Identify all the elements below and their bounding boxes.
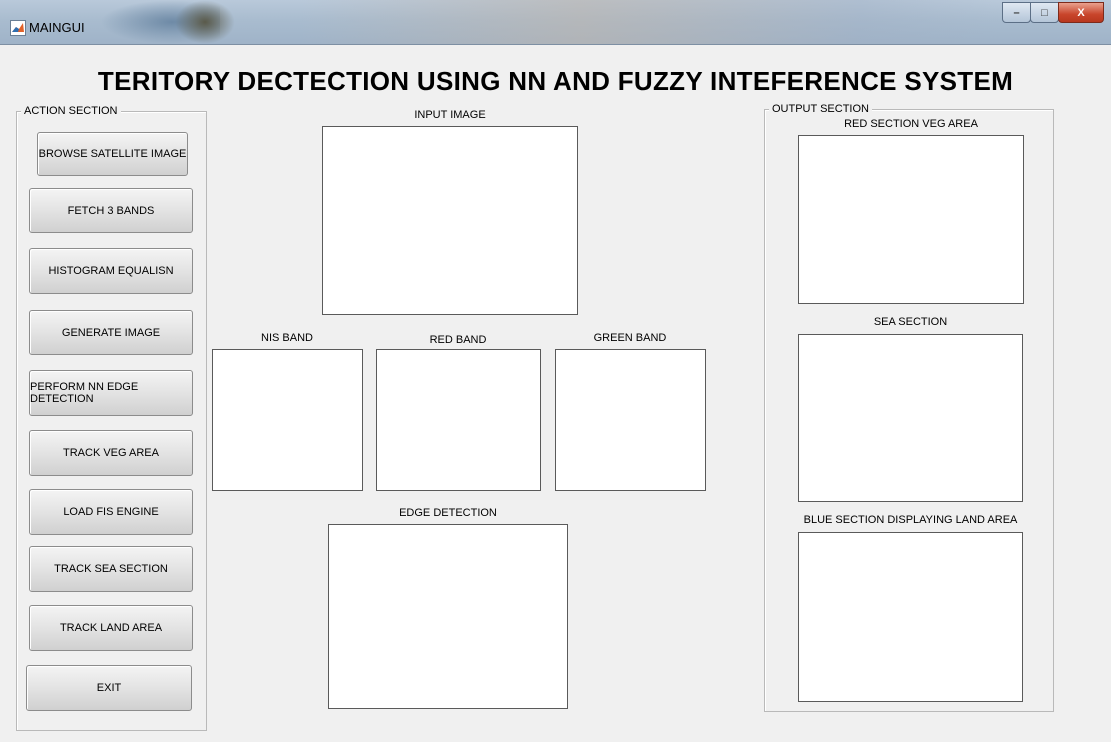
window-titlebar[interactable]: MAINGUI – □ X: [0, 0, 1111, 45]
load-fis-engine-button[interactable]: LOAD FIS ENGINE: [29, 489, 193, 535]
minimize-icon: –: [1013, 6, 1020, 19]
input-image-axes: [322, 126, 578, 315]
maximize-button[interactable]: □: [1030, 2, 1059, 23]
red-band-label: RED BAND: [429, 334, 487, 346]
output-section-title: OUTPUT SECTION: [769, 103, 872, 115]
matlab-icon: [10, 20, 26, 36]
blue-section-land-area-axes: [798, 532, 1023, 702]
fetch-3-bands-button[interactable]: FETCH 3 BANDS: [29, 188, 193, 233]
generate-image-button[interactable]: GENERATE IMAGE: [29, 310, 193, 355]
close-button[interactable]: X: [1058, 2, 1104, 23]
blue-section-land-area-label: BLUE SECTION DISPLAYING LAND AREA: [803, 514, 1018, 526]
window-title: MAINGUI: [29, 20, 85, 35]
nis-band-axes: [212, 349, 363, 491]
sea-section-label: SEA SECTION: [873, 316, 948, 328]
histogram-equalisation-button[interactable]: HISTOGRAM EQUALISN: [29, 248, 193, 294]
edge-detection-axes: [328, 524, 568, 709]
titlebar-background-blur: [175, 0, 235, 44]
edge-detection-label: EDGE DETECTION: [399, 507, 497, 519]
track-veg-area-button[interactable]: TRACK VEG AREA: [29, 430, 193, 476]
red-section-veg-area-axes: [798, 135, 1024, 304]
maximize-icon: □: [1041, 6, 1048, 19]
red-band-axes: [376, 349, 541, 491]
minimize-button[interactable]: –: [1002, 2, 1031, 23]
green-band-axes: [555, 349, 706, 491]
page-title: TERITORY DECTECTION USING NN AND FUZZY I…: [97, 66, 1014, 96]
browse-satellite-image-button[interactable]: BROWSE SATELLITE IMAGE: [37, 132, 188, 176]
track-sea-section-button[interactable]: TRACK SEA SECTION: [29, 546, 193, 592]
input-image-label: INPUT IMAGE: [414, 109, 486, 121]
exit-button[interactable]: EXIT: [26, 665, 192, 711]
nis-band-label: NIS BAND: [261, 332, 313, 344]
green-band-label: GREEN BAND: [593, 332, 667, 344]
close-icon: X: [1077, 6, 1085, 19]
sea-section-axes: [798, 334, 1023, 502]
action-section-title: ACTION SECTION: [21, 105, 121, 117]
perform-nn-edge-detection-button[interactable]: PERFORM NN EDGE DETECTION: [29, 370, 193, 416]
window-controls: – □ X: [1002, 2, 1104, 23]
track-land-area-button[interactable]: TRACK LAND AREA: [29, 605, 193, 651]
titlebar-background-blur: [300, 0, 1000, 44]
red-section-veg-area-label: RED SECTION VEG AREA: [844, 118, 978, 130]
